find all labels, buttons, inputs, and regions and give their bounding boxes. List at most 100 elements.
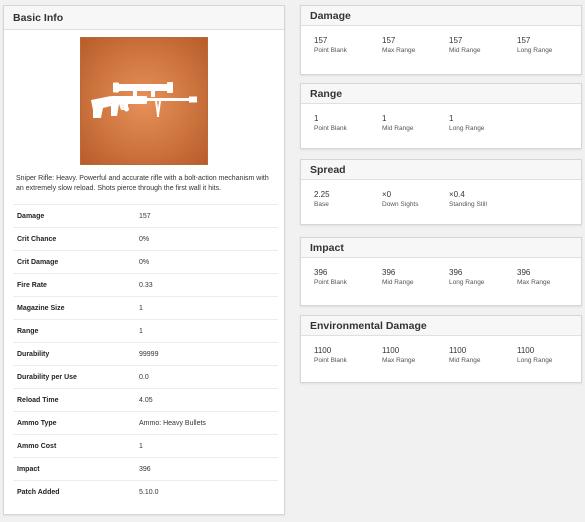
stat-label: Reload Time — [17, 396, 59, 404]
stat-value: 1 — [139, 304, 143, 312]
stat-label: Ammo Cost — [17, 442, 57, 450]
environmental-damage-panel: Environmental Damage 1100 Point Blank 110… — [300, 315, 582, 383]
spread-value: ×0 — [382, 190, 392, 199]
spread-cell: ×0.4 Standing Still — [449, 189, 487, 210]
damage-cell: 157 Mid Range — [449, 35, 480, 56]
damage-title: Damage — [301, 6, 581, 26]
spread-panel: Spread 2.25 Base ×0 Down Sights ×0.4 Standi… — [300, 159, 582, 225]
stat-value: 0% — [139, 258, 150, 266]
stat-label: Impact — [17, 465, 40, 473]
spread-label: Standing Still — [449, 201, 487, 208]
impact-cell: 396 Max Range — [517, 267, 550, 288]
stat-row: Ammo Cost 1 — [13, 434, 278, 457]
stat-value: 99999 — [139, 350, 159, 358]
impact-label: Point Blank — [314, 279, 347, 286]
damage-label: Max Range — [382, 47, 416, 54]
spread-cell: ×0 Down Sights — [382, 189, 419, 210]
stats-table: Damage 157 Crit Chance 0% Crit Damage 0% Fire … — [13, 204, 278, 503]
env-label: Max Range — [382, 357, 416, 364]
stat-label: Crit Chance — [17, 235, 57, 243]
spread-value: ×0.4 — [449, 190, 465, 199]
damage-label: Long Range — [517, 47, 553, 54]
basic-info-panel: Basic Info Sniper Rifle: Heavy. Powerful… — [3, 5, 285, 515]
env-label: Mid Range — [449, 357, 481, 364]
env-cell: 1100 Long Range — [517, 345, 552, 366]
impact-label: Mid Range — [382, 279, 414, 286]
impact-cell: 396 Long Range — [449, 267, 484, 288]
range-value: 1 — [449, 114, 454, 123]
spread-label: Base — [314, 201, 329, 208]
env-value: 1100 — [449, 346, 467, 355]
impact-cell: 396 Point Blank — [314, 267, 347, 288]
stat-label: Durability per Use — [17, 373, 77, 381]
damage-value: 157 — [314, 36, 328, 45]
stat-value: 4.05 — [139, 396, 153, 404]
stat-label: Ammo Type — [17, 419, 57, 427]
damage-label: Mid Range — [449, 47, 481, 54]
range-title: Range — [301, 84, 581, 104]
impact-panel: Impact 396 Point Blank 396 Mid Range 396 Lo… — [300, 237, 582, 306]
damage-value: 157 — [517, 36, 531, 45]
stat-value: 0.0 — [139, 373, 149, 381]
range-value: 1 — [382, 114, 387, 123]
stat-value: 396 — [139, 465, 151, 473]
range-cell: 1 Mid Range — [382, 113, 413, 134]
weapon-image — [80, 37, 208, 165]
impact-value: 396 — [314, 268, 328, 277]
stat-value: 0.33 — [139, 281, 153, 289]
impact-value: 396 — [517, 268, 531, 277]
range-cell: 1 Long Range — [449, 113, 484, 134]
impact-value: 396 — [449, 268, 463, 277]
stat-label: Range — [17, 327, 39, 335]
stat-row: Crit Chance 0% — [13, 227, 278, 250]
stat-label: Durability — [17, 350, 50, 358]
damage-cell: 157 Point Blank — [314, 35, 347, 56]
basic-info-title: Basic Info — [4, 6, 284, 30]
stat-row: Impact 396 — [13, 457, 278, 480]
stat-label: Fire Rate — [17, 281, 47, 289]
damage-value: 157 — [382, 36, 396, 45]
stat-value: 1 — [139, 442, 143, 450]
spread-title: Spread — [301, 160, 581, 180]
stat-row: Ammo Type Ammo: Heavy Bullets — [13, 411, 278, 434]
env-value: 1100 — [314, 346, 332, 355]
spread-value: 2.25 — [314, 190, 330, 199]
range-cell: 1 Point Blank — [314, 113, 347, 134]
stat-label: Crit Damage — [17, 258, 59, 266]
damage-cell: 157 Long Range — [517, 35, 552, 56]
damage-cell: 157 Max Range — [382, 35, 415, 56]
range-value: 1 — [314, 114, 319, 123]
stat-label: Damage — [17, 212, 45, 220]
stat-label: Magazine Size — [17, 304, 65, 312]
spread-label: Down Sights — [382, 201, 419, 208]
range-label: Mid Range — [382, 125, 414, 132]
impact-value: 396 — [382, 268, 396, 277]
env-value: 1100 — [382, 346, 400, 355]
stat-value: 157 — [139, 212, 151, 220]
damage-value: 157 — [449, 36, 463, 45]
stat-value: Ammo: Heavy Bullets — [139, 419, 206, 427]
env-cell: 1100 Point Blank — [314, 345, 347, 366]
damage-panel: Damage 157 Point Blank 157 Max Range 157 Mi… — [300, 5, 582, 75]
stat-row: Reload Time 4.05 — [13, 388, 278, 411]
range-label: Point Blank — [314, 125, 347, 132]
stat-row: Durability per Use 0.0 — [13, 365, 278, 388]
stat-value: 1 — [139, 327, 143, 335]
impact-label: Max Range — [517, 279, 551, 286]
damage-label: Point Blank — [314, 47, 347, 54]
stat-label: Patch Added — [17, 488, 60, 496]
env-cell: 1100 Mid Range — [449, 345, 480, 366]
stat-row: Crit Damage 0% — [13, 250, 278, 273]
stat-row: Range 1 — [13, 319, 278, 342]
stat-value: 5.10.0 — [139, 488, 159, 496]
weapon-description: Sniper Rifle: Heavy. Powerful and accura… — [16, 175, 269, 192]
impact-label: Long Range — [449, 279, 485, 286]
stat-row: Durability 99999 — [13, 342, 278, 365]
stat-row: Fire Rate 0.33 — [13, 273, 278, 296]
stat-value: 0% — [139, 235, 150, 243]
env-label: Long Range — [517, 357, 553, 364]
spread-cell: 2.25 Base — [314, 189, 330, 210]
stat-row: Damage 157 — [13, 204, 278, 227]
environmental-damage-title: Environmental Damage — [301, 316, 581, 336]
range-label: Long Range — [449, 125, 485, 132]
